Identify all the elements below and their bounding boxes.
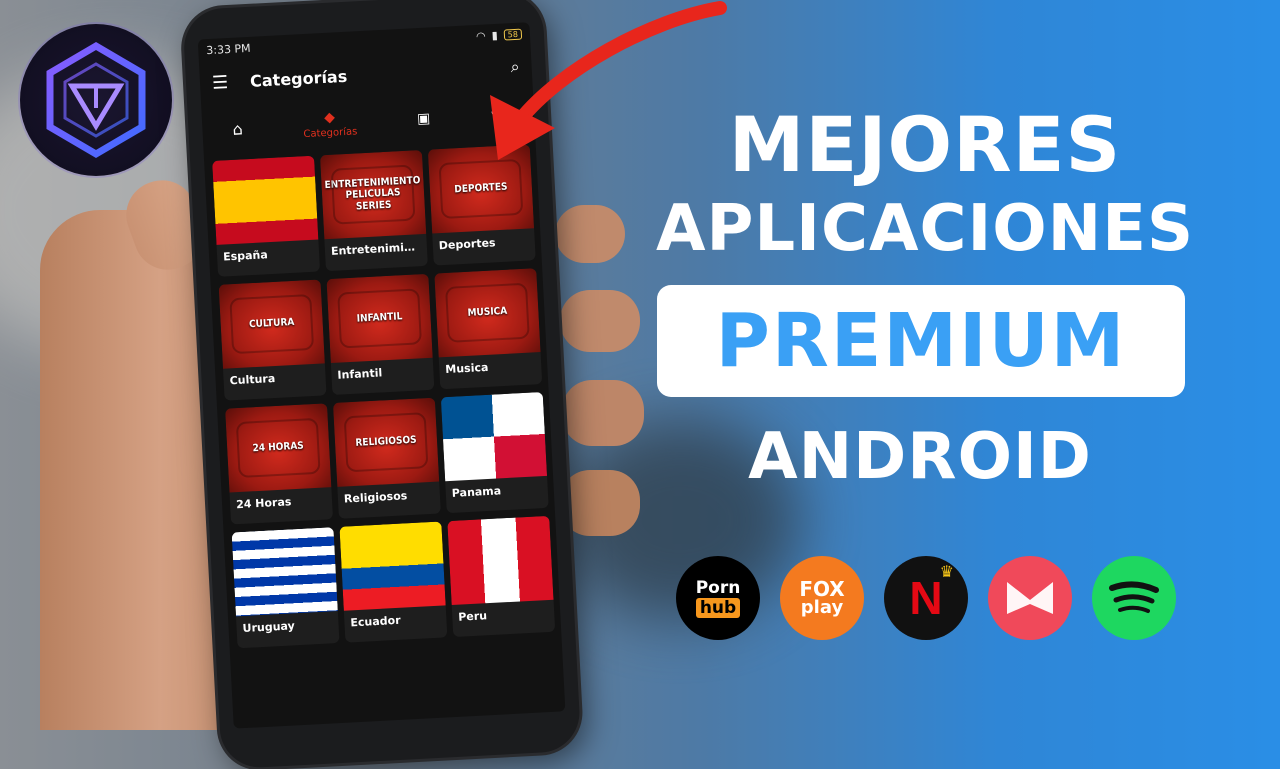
headline-line1: MEJORES bbox=[728, 100, 1122, 189]
musixmatch-m-icon bbox=[1007, 582, 1053, 614]
spotify-icon bbox=[1092, 556, 1176, 640]
musixmatch-icon bbox=[988, 556, 1072, 640]
headline-line4: ANDROID bbox=[748, 420, 1092, 494]
netflix-icon: N ♛ bbox=[884, 556, 968, 640]
foxplay-icon: FOX play bbox=[780, 556, 864, 640]
crown-icon: ♛ bbox=[939, 562, 954, 581]
spotify-waves-icon bbox=[1109, 581, 1159, 613]
app-icons-row: Porn hub FOX play N ♛ bbox=[676, 556, 1176, 640]
headline-line2: APLICACIONES bbox=[655, 192, 1195, 266]
premium-label: PREMIUM bbox=[715, 298, 1127, 384]
pornhub-icon: Porn hub bbox=[676, 556, 760, 640]
